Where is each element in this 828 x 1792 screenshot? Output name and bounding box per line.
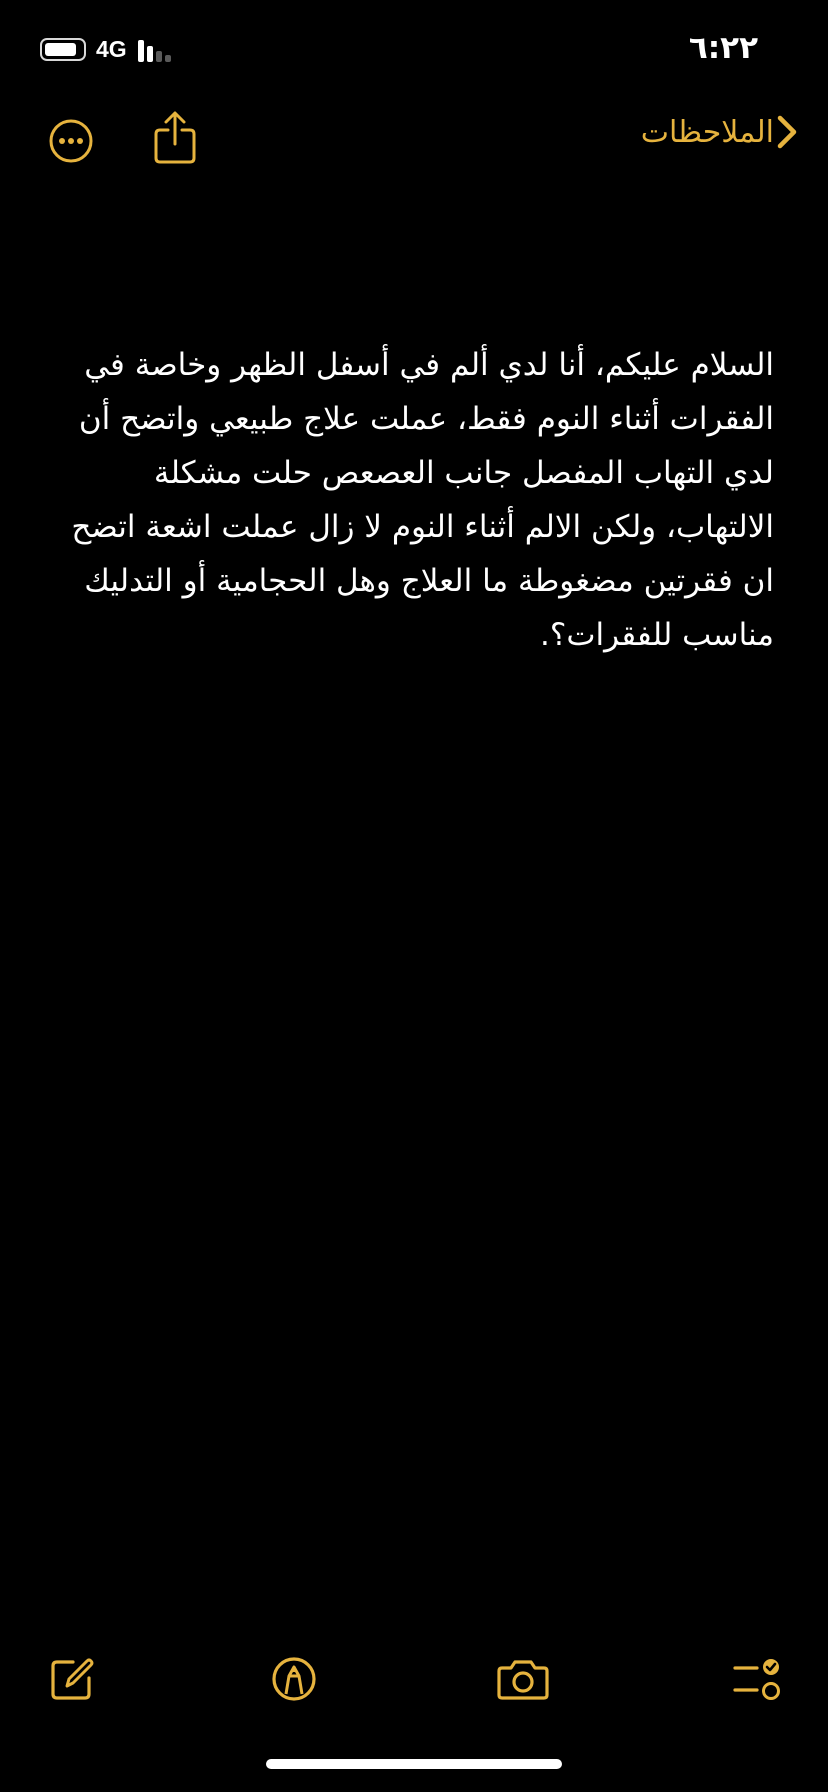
battery-icon	[40, 38, 86, 61]
share-icon[interactable]	[152, 110, 198, 166]
back-button-label: الملاحظات	[640, 114, 774, 150]
checklist-icon[interactable]	[733, 1654, 783, 1704]
signal-icon	[138, 40, 178, 62]
markup-icon[interactable]	[269, 1654, 319, 1704]
camera-icon[interactable]	[496, 1654, 550, 1704]
back-button[interactable]: الملاحظات	[627, 112, 800, 152]
status-bar: 4G ٦:٢٢	[0, 0, 828, 100]
more-options-icon[interactable]	[48, 118, 94, 164]
note-body[interactable]: السلام عليكم، أنا لدي ألم في أسفل الظهر …	[54, 338, 774, 662]
status-time: ٦:٢٢	[688, 30, 758, 66]
compose-icon[interactable]	[47, 1654, 97, 1704]
network-type: 4G	[96, 36, 127, 62]
home-indicator[interactable]	[266, 1759, 562, 1769]
chevron-right-icon	[777, 115, 797, 149]
battery-level	[45, 43, 76, 56]
